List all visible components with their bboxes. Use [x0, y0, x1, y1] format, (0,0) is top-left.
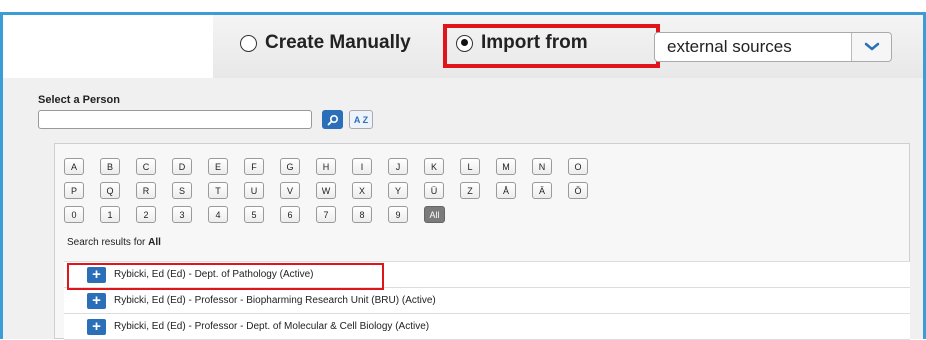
letter-filter-button[interactable]: 7: [316, 206, 336, 223]
letter-filter-button[interactable]: 2: [136, 206, 156, 223]
create-manually-label: Create Manually: [265, 32, 411, 53]
search-icon: [327, 114, 338, 125]
letter-filter-button[interactable]: V: [280, 182, 300, 199]
letter-filter-button[interactable]: G: [280, 158, 300, 175]
select-person-label: Select a Person: [38, 94, 120, 106]
letter-filter-button[interactable]: Y: [388, 182, 408, 199]
letter-filter-button[interactable]: K: [424, 158, 444, 175]
create-manually-option[interactable]: Create Manually: [240, 32, 411, 54]
results-prefix: Search results for: [67, 237, 149, 248]
import-highlight-box: [443, 24, 660, 68]
letter-filter-button[interactable]: 0: [64, 206, 84, 223]
alphabet-row-3: 0 1 2 3 4 5 6 7 8 9 All: [64, 206, 461, 223]
sort-az-button[interactable]: A Z: [349, 110, 373, 129]
alphabet-row-2: PQRSTUVWXYÜZÅÄÖ: [64, 182, 604, 199]
letter-filter-button[interactable]: J: [388, 158, 408, 175]
letter-filter-button[interactable]: 8: [352, 206, 372, 223]
letter-filter-button[interactable]: T: [208, 182, 228, 199]
alphabet-row-1: ABCDEFGHIJKLMNO: [64, 158, 604, 175]
result-text: Rybicki, Ed (Ed) - Professor - Biopharmi…: [114, 295, 436, 306]
letter-filter-button[interactable]: O: [568, 158, 588, 175]
letter-filter-button[interactable]: F: [244, 158, 264, 175]
letter-filter-button[interactable]: 9: [388, 206, 408, 223]
letter-filter-button[interactable]: R: [136, 182, 156, 199]
search-results-label: Search results for All: [67, 237, 161, 248]
chevron-down-icon[interactable]: [851, 33, 891, 61]
letter-filter-button[interactable]: L: [460, 158, 480, 175]
letter-filter-button[interactable]: N: [532, 158, 552, 175]
source-dropdown[interactable]: external sources: [654, 32, 892, 62]
letter-filter-button[interactable]: B: [100, 158, 120, 175]
letter-filter-button[interactable]: S: [172, 182, 192, 199]
letter-filter-button[interactable]: Z: [460, 182, 480, 199]
sort-az-icon: A Z: [353, 114, 369, 125]
list-item[interactable]: + Rybicki, Ed (Ed) - Professor - Biophar…: [64, 288, 910, 314]
letter-filter-button[interactable]: Å: [496, 182, 516, 199]
result-highlight-box: [67, 263, 384, 290]
letter-filter-button[interactable]: C: [136, 158, 156, 175]
results-query: All: [148, 237, 161, 248]
letter-filter-button[interactable]: E: [208, 158, 228, 175]
letter-filter-button[interactable]: 5: [244, 206, 264, 223]
letter-filter-button[interactable]: Ü: [424, 182, 444, 199]
letter-filter-button[interactable]: Ö: [568, 182, 588, 199]
letter-filter-button[interactable]: A: [64, 158, 84, 175]
create-manually-radio[interactable]: [240, 34, 257, 52]
list-item[interactable]: + Rybicki, Ed (Ed) - Professor - Dept. o…: [64, 314, 910, 340]
letter-filter-button[interactable]: D: [172, 158, 192, 175]
letter-filter-button[interactable]: H: [316, 158, 336, 175]
letter-filter-button[interactable]: M: [496, 158, 516, 175]
person-search-input[interactable]: [38, 110, 312, 129]
letter-filter-button[interactable]: I: [352, 158, 372, 175]
letter-filter-button[interactable]: P: [64, 182, 84, 199]
letter-filter-button[interactable]: 1: [100, 206, 120, 223]
add-icon[interactable]: +: [87, 292, 106, 309]
letter-filter-button[interactable]: Ä: [532, 182, 552, 199]
letter-filter-button[interactable]: All: [424, 206, 445, 223]
letter-filter-button[interactable]: U: [244, 182, 264, 199]
letter-filter-button[interactable]: 4: [208, 206, 228, 223]
source-dropdown-value: external sources: [667, 37, 792, 56]
letter-filter-button[interactable]: 6: [280, 206, 300, 223]
letter-filter-button[interactable]: Q: [100, 182, 120, 199]
add-icon[interactable]: +: [87, 318, 106, 335]
letter-filter-button[interactable]: W: [316, 182, 336, 199]
letter-filter-button[interactable]: X: [352, 182, 372, 199]
letter-filter-button[interactable]: 3: [172, 206, 192, 223]
search-button[interactable]: [322, 110, 343, 129]
result-text: Rybicki, Ed (Ed) - Professor - Dept. of …: [114, 321, 430, 332]
